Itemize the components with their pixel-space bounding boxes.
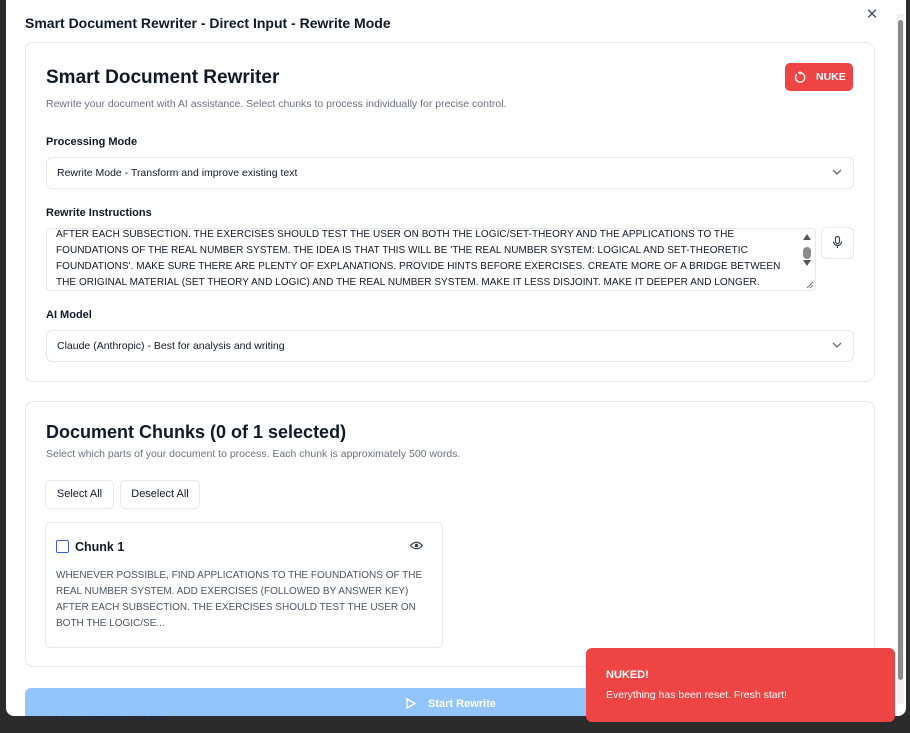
page-title: Smart Document Rewriter xyxy=(46,67,280,88)
toast-message: Everything has been reset. Fresh start! xyxy=(606,689,787,701)
start-rewrite-label: Start Rewrite xyxy=(428,698,496,710)
chevron-down-icon xyxy=(832,169,842,175)
chevron-down-icon xyxy=(832,342,842,348)
ai-model-value: Claude (Anthropic) - Best for analysis a… xyxy=(57,340,285,352)
settings-card: Smart Document Rewriter Rewrite your doc… xyxy=(25,42,875,382)
instructions-label: Rewrite Instructions xyxy=(46,207,152,219)
eye-icon[interactable] xyxy=(410,541,423,550)
modal-scrollbar[interactable] xyxy=(897,14,904,704)
microphone-icon xyxy=(832,236,843,248)
scroll-down-icon[interactable] xyxy=(803,260,811,266)
reset-icon xyxy=(794,71,806,83)
toast-title: NUKED! xyxy=(606,669,649,681)
processing-mode-select[interactable]: Rewrite Mode - Transform and improve exi… xyxy=(46,157,854,189)
toast-notification[interactable]: NUKED! Everything has been reset. Fresh … xyxy=(586,648,895,722)
rewriter-modal: Smart Document Rewriter - Direct Input -… xyxy=(6,0,906,716)
modal-title: Smart Document Rewriter - Direct Input -… xyxy=(25,15,391,31)
instructions-textarea[interactable]: AFTER EACH SUBSECTION. THE EXERCISES SHO… xyxy=(46,228,816,291)
microphone-button[interactable] xyxy=(821,227,854,259)
ai-model-label: AI Model xyxy=(46,309,92,321)
chunk-preview: WHENEVER POSSIBLE, FIND APPLICATIONS TO … xyxy=(56,570,423,629)
processing-mode-value: Rewrite Mode - Transform and improve exi… xyxy=(57,167,298,179)
nuke-button[interactable]: NUKE xyxy=(785,63,853,91)
chunk-title: Chunk 1 xyxy=(75,540,125,554)
resize-handle-icon[interactable] xyxy=(806,281,814,289)
nuke-label: NUKE xyxy=(816,71,846,83)
deselect-all-button[interactable]: Deselect All xyxy=(120,480,200,509)
chunks-card: Document Chunks (0 of 1 selected) Select… xyxy=(25,401,875,667)
page-subtitle: Rewrite your document with AI assistance… xyxy=(46,98,507,110)
chunks-heading: Document Chunks (0 of 1 selected) xyxy=(46,422,347,442)
play-icon xyxy=(406,698,416,709)
instructions-text: AFTER EACH SUBSECTION. THE EXERCISES SHO… xyxy=(56,229,781,288)
ai-model-select[interactable]: Claude (Anthropic) - Best for analysis a… xyxy=(46,330,854,362)
modal-scroll-thumb[interactable] xyxy=(898,20,903,680)
select-all-button[interactable]: Select All xyxy=(45,480,114,509)
scroll-thumb[interactable] xyxy=(803,247,811,259)
chunk-card[interactable]: Chunk 1 WHENEVER POSSIBLE, FIND APPLICAT… xyxy=(45,522,443,648)
close-icon[interactable]: ✕ xyxy=(863,6,881,24)
processing-mode-label: Processing Mode xyxy=(46,136,138,148)
chunks-subtitle: Select which parts of your document to p… xyxy=(46,448,461,460)
textarea-scrollbar[interactable] xyxy=(800,230,814,288)
scroll-up-icon[interactable] xyxy=(803,234,811,240)
chunk-checkbox[interactable] xyxy=(56,540,69,553)
